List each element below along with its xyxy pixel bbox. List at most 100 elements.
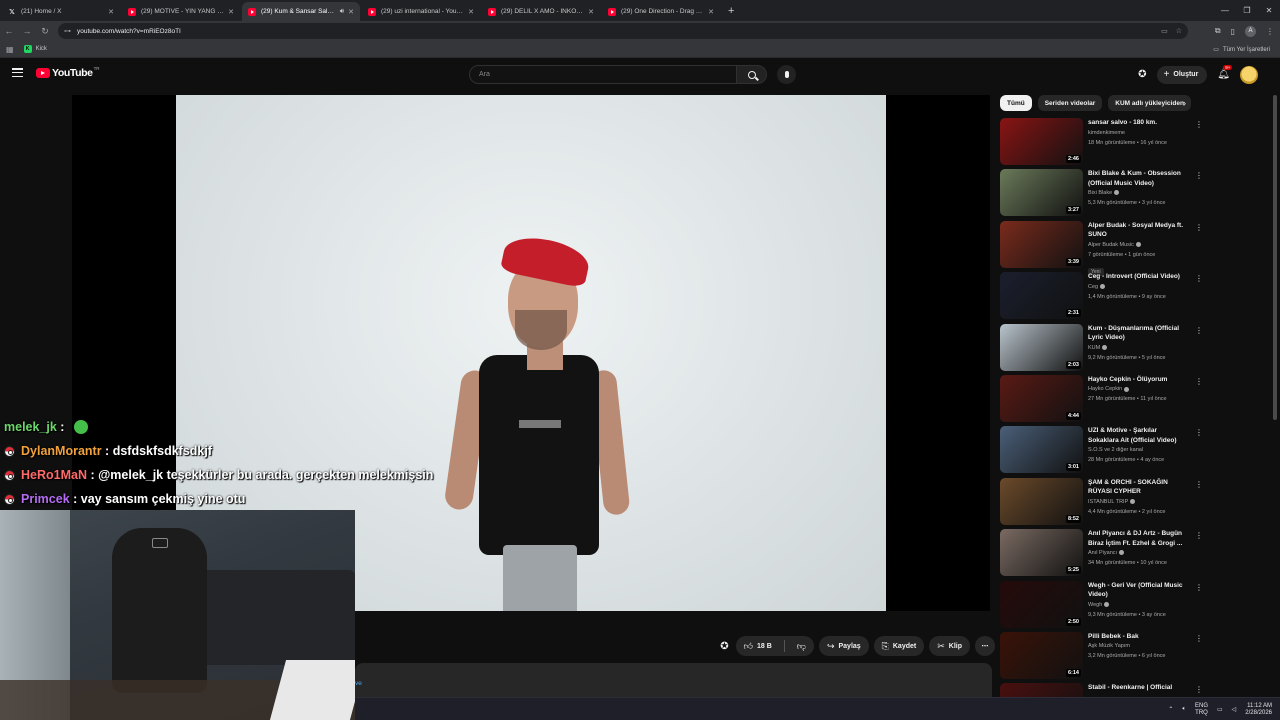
browser-menu-icon[interactable]: ⋮ — [1266, 27, 1274, 36]
voice-search-button[interactable] — [777, 65, 796, 84]
maximize-icon[interactable]: ❐ — [1236, 0, 1258, 21]
close-tab-icon[interactable]: ✕ — [588, 8, 594, 16]
bookmark-star-icon[interactable]: ☆ — [1176, 27, 1182, 35]
recommended-video[interactable]: 2:46 sansar salvo - 180 km. kimdenkimeme 18… — [1000, 118, 1205, 169]
close-tab-icon[interactable]: ✕ — [348, 8, 354, 16]
like-button[interactable]: 👍︎ 18 B — [736, 636, 780, 656]
filter-chip[interactable]: Tümü — [1000, 95, 1032, 111]
video-thumbnail[interactable]: 2:03 — [1000, 323, 1083, 371]
channel-name[interactable]: Hayko Cepkin — [1088, 386, 1122, 392]
video-thumbnail[interactable]: 6:14 — [1000, 631, 1083, 679]
video-thumbnail[interactable]: 2:46 — [1000, 118, 1083, 165]
more-options-icon[interactable]: ⋮ — [1195, 428, 1203, 437]
more-options-icon[interactable]: ⋮ — [1195, 274, 1203, 283]
more-options-icon[interactable]: ⋮ — [1195, 223, 1203, 232]
search-input[interactable]: Ara — [469, 65, 737, 84]
browser-tab[interactable]: (29) MOTIVE - YIN YANG (Offici...✕ — [122, 2, 240, 21]
forward-icon[interactable]: → — [18, 21, 36, 41]
channel-name[interactable]: Alper Budak Music — [1088, 242, 1134, 248]
browser-tab[interactable]: 𝕏 (21) Home / X ✕ — [2, 2, 120, 21]
all-bookmarks[interactable]: ▭ Tüm Yer İşaretleri — [1213, 41, 1270, 58]
video-title[interactable]: Ceg - Introvert (Official Video) — [1088, 272, 1188, 282]
back-icon[interactable]: ← — [0, 21, 18, 41]
close-tab-icon[interactable]: ✕ — [468, 8, 474, 16]
channel-name[interactable]: Aşk Müzik Yapım — [1088, 643, 1130, 649]
channel-name[interactable]: Wegh — [1088, 602, 1102, 608]
channel-name[interactable]: Anıl Piyancı — [1088, 550, 1117, 556]
volume-icon[interactable]: 🔈︎ — [1182, 706, 1186, 713]
minimize-icon[interactable]: — — [1214, 0, 1236, 21]
tray-chevron-icon[interactable]: ⌃ — [1168, 706, 1173, 713]
video-title[interactable]: Hayko Cepkin - Ölüyorum — [1088, 375, 1188, 385]
recommended-video[interactable]: 2:03 Kum - Düşmanlarıma (Official Lyric V… — [1000, 323, 1205, 375]
close-window-icon[interactable]: ✕ — [1258, 0, 1280, 21]
clock[interactable]: 11:12 AM 2/28/2026 — [1245, 703, 1272, 717]
description-box[interactable] — [355, 663, 992, 697]
recommended-video[interactable]: 4:44 Hayko Cepkin - Ölüyorum Hayko Cepkin 2… — [1000, 374, 1205, 426]
language-indicator[interactable]: ENG TRQ — [1195, 703, 1208, 717]
video-title[interactable]: UZI & Motive - Şarkılar Sokaklara Ait (O… — [1088, 426, 1188, 445]
notifications-button[interactable]: 🔔︎ 9+ — [1217, 65, 1233, 80]
speaker-icon[interactable]: ◁ — [1232, 706, 1237, 713]
video-thumbnail[interactable]: 4:44 — [1000, 374, 1083, 422]
video-title[interactable]: Pilli Bebek - Bak — [1088, 632, 1188, 642]
close-tab-icon[interactable]: ✕ — [708, 8, 714, 16]
network-icon[interactable]: ▭ — [1217, 706, 1223, 713]
save-button[interactable]: ⎘ Kaydet — [873, 636, 925, 656]
new-tab-button[interactable]: + — [728, 2, 734, 21]
search-button[interactable] — [737, 65, 767, 84]
browser-tab[interactable]: (29) DELIL X AMO - INKOGNITO ✕ — [482, 2, 600, 21]
more-options-icon[interactable]: ⋮ — [1195, 531, 1203, 540]
video-thumbnail[interactable]: 2:31 — [1000, 272, 1083, 320]
share-button[interactable]: ↪ Paylaş — [818, 636, 869, 656]
apps-grid-icon[interactable]: ▦ — [6, 45, 14, 54]
account-avatar[interactable] — [1240, 65, 1258, 84]
recommended-video[interactable]: 6:14 Pilli Bebek - Bak Aşk Müzik Yapım 3,2 … — [1000, 631, 1205, 683]
video-thumbnail[interactable]: 3:01 — [1000, 426, 1083, 474]
create-button[interactable]: + Oluştur — [1156, 65, 1208, 84]
recommended-video[interactable]: 3:27 Bixi Blake & Kum - Obsession (Offici… — [1000, 169, 1205, 220]
channel-name[interactable]: KUM — [1088, 345, 1100, 351]
filter-chip[interactable]: KUM adlı yükleyiciden — [1108, 95, 1191, 111]
thanks-icon[interactable]: ✪ — [720, 641, 728, 652]
page-scrollbar[interactable] — [1273, 95, 1277, 420]
profile-icon[interactable]: A — [1245, 25, 1256, 37]
channel-name[interactable]: Ceg — [1088, 284, 1098, 290]
channel-name[interactable]: kimdenkimeme — [1088, 130, 1125, 136]
video-title[interactable]: Alper Budak - Sosyal Medya ft. SUNO — [1088, 221, 1188, 240]
more-options-icon[interactable]: ⋮ — [1195, 326, 1203, 335]
audio-playing-icon[interactable]: 🔊︎ — [340, 8, 344, 16]
youtube-logo[interactable]: YouTube TR — [36, 66, 100, 79]
video-title[interactable]: Kum - Düşmanlarıma (Official Lyric Video… — [1088, 324, 1188, 343]
more-options-icon[interactable]: ⋮ — [1195, 377, 1203, 386]
more-options-icon[interactable]: ⋮ — [1195, 171, 1203, 180]
more-actions-button[interactable]: ⋯ — [975, 636, 995, 656]
close-tab-icon[interactable]: ✕ — [228, 8, 234, 16]
video-title[interactable]: Wegh - Geri Ver (Official Music Video) — [1088, 581, 1188, 600]
more-options-icon[interactable]: ⋮ — [1195, 634, 1203, 643]
channel-name[interactable]: S.O.S ve 2 diğer kanal — [1088, 447, 1143, 453]
filter-chip[interactable]: Seriden videolar — [1037, 95, 1103, 111]
video-thumbnail[interactable]: 3:39 — [1000, 220, 1083, 268]
clip-button[interactable]: ✂ Klip — [929, 636, 970, 656]
recommended-video[interactable]: Stabil - Reenkarne | Official ⋮ — [1000, 683, 1205, 698]
video-title[interactable]: sansar salvo - 180 km. — [1088, 118, 1188, 128]
browser-tab[interactable]: (29) Kum & Sansar Salvo - S...🔊︎ ✕ — [242, 2, 360, 21]
more-options-icon[interactable]: ⋮ — [1195, 583, 1203, 592]
channel-name[interactable]: Bixi Blake — [1088, 190, 1112, 196]
description-link[interactable]: ve — [355, 680, 362, 687]
hamburger-menu-icon[interactable] — [12, 68, 23, 77]
browser-tab[interactable]: (29) uzi international - YouTube ✕ — [362, 2, 480, 21]
recommended-video[interactable]: 3:39 Alper Budak - Sosyal Medya ft. SUNO A… — [1000, 220, 1205, 276]
gift-icon[interactable]: ✪ — [1138, 69, 1146, 80]
dislike-button[interactable]: 👎︎ — [789, 636, 814, 656]
video-title[interactable]: Anıl Piyancı & DJ Artz - Bugün Biraz İçt… — [1088, 529, 1188, 548]
close-tab-icon[interactable]: ✕ — [108, 8, 114, 16]
chevron-right-icon[interactable]: › — [1183, 98, 1186, 108]
video-title[interactable]: Stabil - Reenkarne | Official — [1088, 683, 1188, 693]
video-thumbnail[interactable]: 8:52 — [1000, 477, 1083, 525]
video-thumbnail[interactable]: 5:25 — [1000, 529, 1083, 577]
video-thumbnail[interactable]: 2:50 — [1000, 580, 1083, 628]
more-options-icon[interactable]: ⋮ — [1195, 480, 1203, 489]
bookmark-kick[interactable]: K Kick — [23, 45, 47, 53]
